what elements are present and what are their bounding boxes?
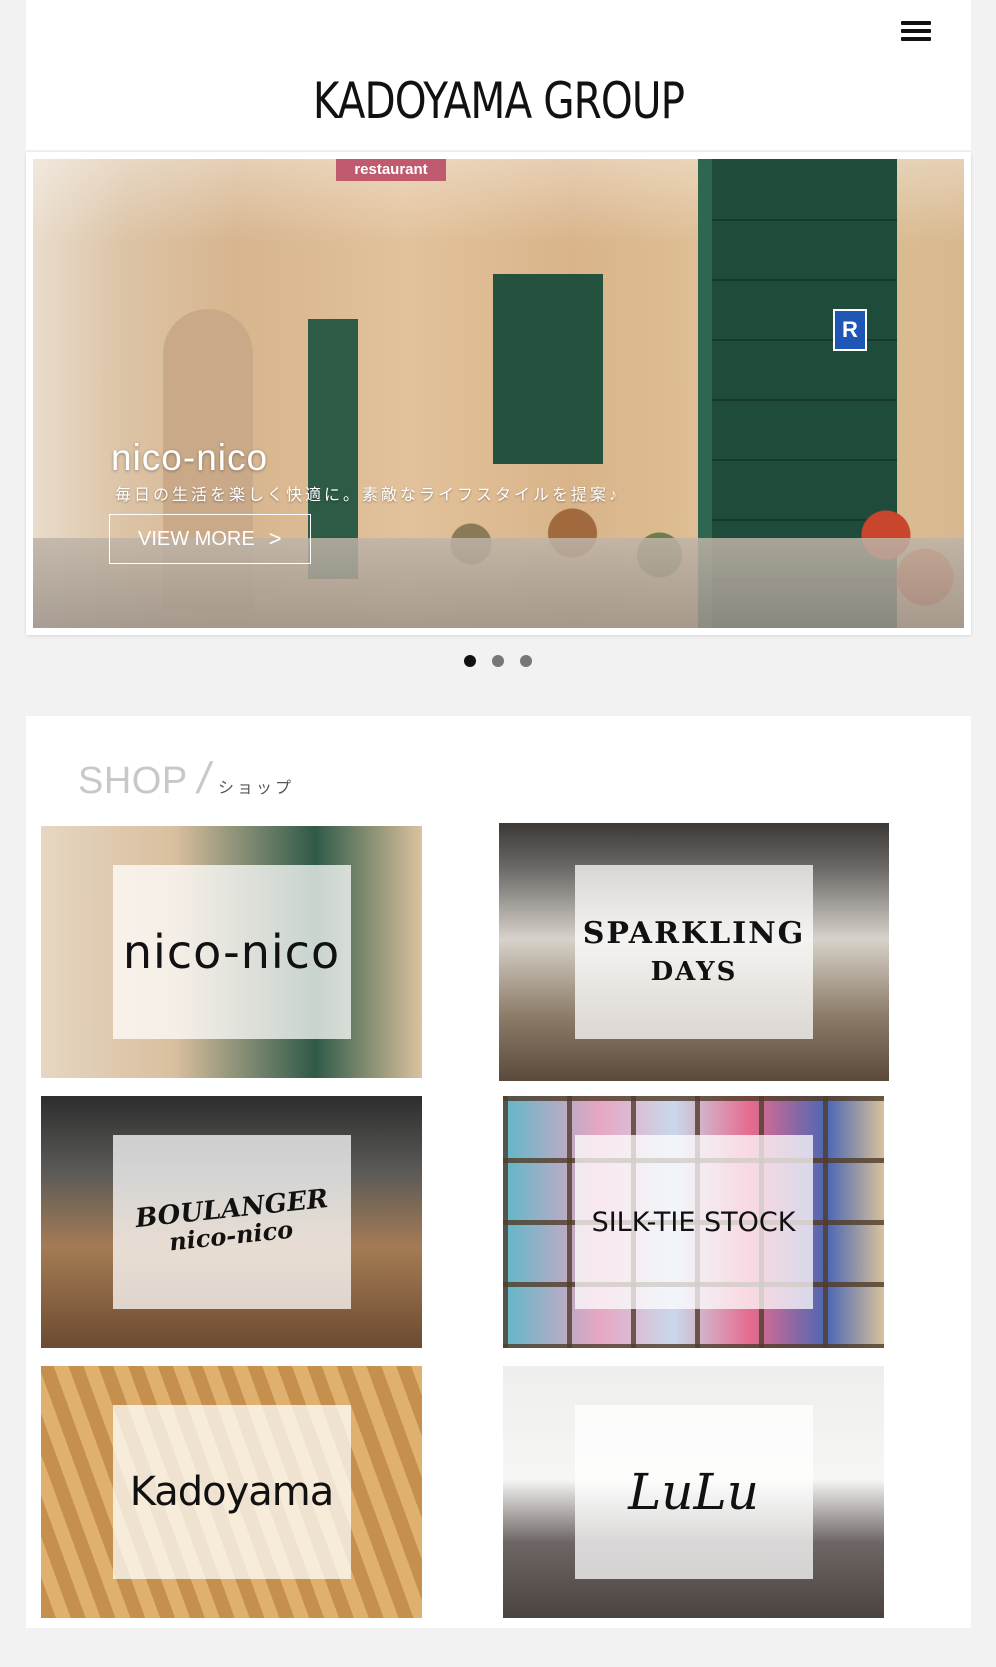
site-header: KADOYAMA GROUP <box>26 0 971 150</box>
slide-dot-3[interactable] <box>520 655 533 667</box>
tile-label-box: BOULANGER nico-nico <box>112 1135 351 1309</box>
tile-label: SPARKLING <box>582 916 806 952</box>
view-more-button[interactable]: VIEW MORE > <box>109 514 311 564</box>
heading-separator: / <box>193 754 215 803</box>
tile-label: LuLu <box>628 1463 759 1521</box>
tile-label-box: nico-nico <box>112 865 351 1039</box>
tile-label-box: Kadoyama <box>112 1405 351 1579</box>
hero-subtitle: 毎日の生活を楽しく快適に。素敵なライフスタイルを提案♪ <box>115 487 621 504</box>
shop-heading-ja: ショップ <box>217 780 294 797</box>
chevron-right-icon: > <box>268 526 282 551</box>
tile-label-box: SILK-TIE STOCK <box>574 1135 813 1309</box>
view-more-label: VIEW MORE <box>138 527 255 550</box>
tile-label-box: LuLu <box>574 1405 813 1579</box>
hero-title: nico-nico <box>111 437 269 478</box>
slider-pagination <box>0 654 996 668</box>
restaurant-sign: restaurant <box>336 159 446 181</box>
shop-section: SHOP / ショップ nico-nico SPARKLING DAYS BOULA… <box>26 716 971 1628</box>
tile-label-box: SPARKLING DAYS <box>575 865 813 1039</box>
shop-tile-kadoyama[interactable]: Kadoyama <box>41 1366 422 1618</box>
slide-dot-1[interactable] <box>463 655 476 667</box>
parking-sign: R <box>833 309 867 351</box>
hero-slider[interactable]: restaurant R nico-nico 毎日の生活を楽しく快適に。素敵なラ… <box>26 152 971 635</box>
tile-label: SILK-TIE STOCK <box>591 1206 796 1238</box>
hamburger-menu-icon[interactable] <box>899 18 933 44</box>
hero-image: restaurant R nico-nico 毎日の生活を楽しく快適に。素敵なラ… <box>33 159 964 628</box>
shop-tile-sparkling-days[interactable]: SPARKLING DAYS <box>499 823 889 1081</box>
shop-tile-nico-nico[interactable]: nico-nico <box>41 826 422 1078</box>
shop-tile-boulanger[interactable]: BOULANGER nico-nico <box>41 1096 422 1348</box>
shop-heading: SHOP / ショップ <box>78 754 294 804</box>
shop-heading-en: SHOP <box>78 760 188 802</box>
door-shape <box>493 274 603 464</box>
shop-tile-silk-tie-stock[interactable]: SILK-TIE STOCK <box>503 1096 884 1348</box>
tile-label: Kadoyama <box>129 1469 335 1515</box>
slide-dot-2[interactable] <box>492 655 504 667</box>
tile-label-2: DAYS <box>650 956 738 987</box>
site-logo[interactable]: KADOYAMA GROUP <box>73 72 924 130</box>
shop-tile-lulu[interactable]: LuLu <box>503 1366 884 1618</box>
tile-label: nico-nico <box>122 925 341 979</box>
